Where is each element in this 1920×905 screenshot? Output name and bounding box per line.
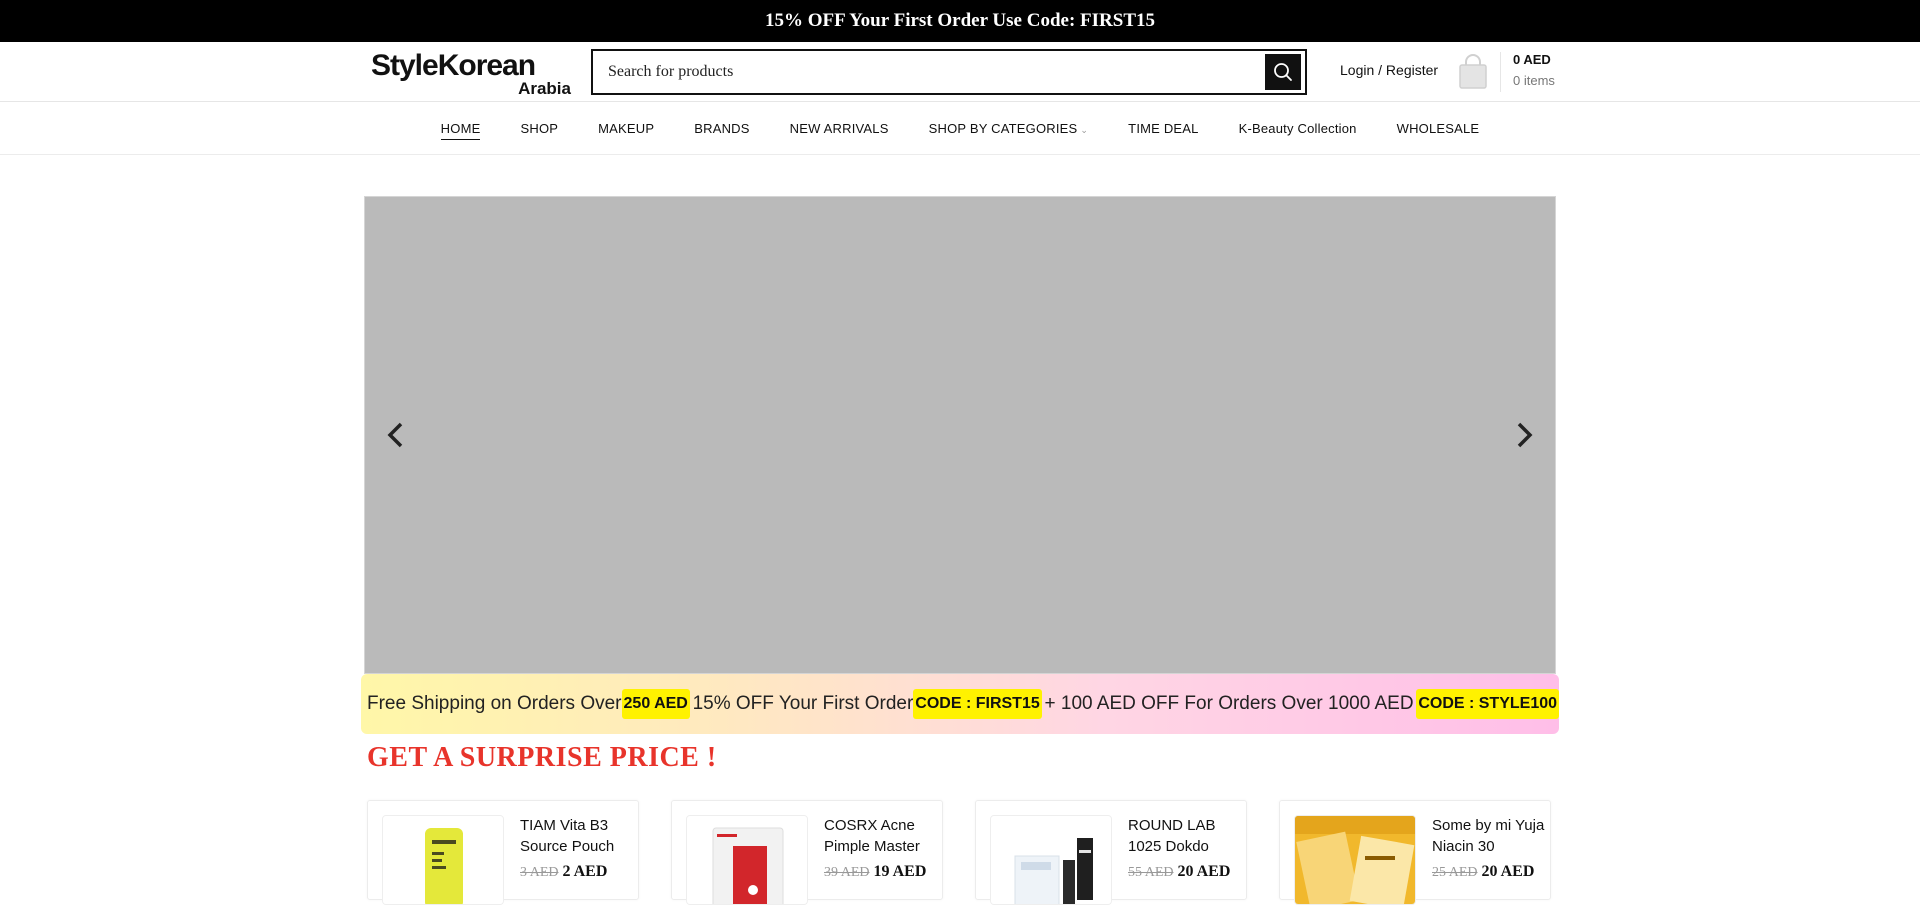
promo-text-shipping: Free Shipping on Orders Over — [367, 693, 622, 714]
cart-button[interactable] — [1457, 54, 1489, 90]
section-title: GET A SURPRISE PRICE ! — [367, 742, 717, 773]
nav-item-wholesale[interactable]: WHOLESALE — [1397, 121, 1480, 136]
product-sale-price: 19 AED — [873, 863, 927, 880]
site-logo[interactable]: StyleKorean Arabia — [371, 49, 571, 98]
hero-slider — [364, 196, 1556, 674]
promo-text-style100: + 100 AED OFF For Orders Over 1000 AED — [1044, 693, 1414, 714]
nav-item-new-arrivals[interactable]: NEW ARRIVALS — [790, 121, 889, 136]
site-header: StyleKorean Arabia Login / Register 0 AE… — [0, 42, 1920, 102]
promo-banner[interactable]: Free Shipping on Orders Over 250 AED 15%… — [361, 674, 1560, 734]
product-title[interactable]: Some by mi Yuja Niacin 30 — [1432, 815, 1547, 857]
nav-item-shop[interactable]: SHOP — [520, 121, 558, 136]
search-button[interactable] — [1265, 54, 1301, 90]
product-price: 39 AED 19 AED — [824, 863, 926, 881]
cart-total[interactable]: 0 AED — [1513, 52, 1551, 67]
product-card[interactable]: COSRX Acne Pimple Master 39 AED 19 AED — [671, 800, 943, 905]
nav-item-home[interactable]: HOME — [440, 121, 481, 140]
product-card[interactable]: Some by mi Yuja Niacin 30 25 AED 20 AED — [1279, 800, 1551, 905]
announcement-text: 15% OFF Your First Order Use Code: FIRST… — [764, 10, 1155, 31]
main-nav: HOME SHOP MAKEUP BRANDS NEW ARRIVALS SHO… — [0, 102, 1920, 155]
promo-code-first15: CODE : FIRST15 — [913, 689, 1042, 719]
product-title[interactable]: TIAM Vita B3 Source Pouch — [520, 815, 635, 857]
chevron-left-icon — [387, 422, 403, 448]
promo-text-first-order: 15% OFF Your First Order — [692, 693, 914, 714]
promo-code-style100: CODE : STYLE100 — [1416, 689, 1560, 719]
product-card[interactable]: ROUND LAB 1025 Dokdo 55 AED 20 AED — [975, 800, 1247, 905]
cart-divider — [1500, 52, 1501, 92]
product-sale-price: 20 AED — [1177, 863, 1231, 880]
slider-next-button[interactable] — [1509, 417, 1539, 453]
product-price: 3 AED 2 AED — [520, 863, 607, 881]
nav-item-kbeauty-collection[interactable]: K-Beauty Collection — [1239, 121, 1357, 136]
product-image[interactable] — [686, 815, 808, 905]
promo-code-shipping: 250 AED — [621, 689, 690, 719]
product-old-price: 39 AED — [824, 865, 870, 880]
cart-item-count[interactable]: 0 items — [1513, 73, 1555, 88]
product-sale-price: 20 AED — [1481, 863, 1535, 880]
product-old-price: 55 AED — [1128, 865, 1174, 880]
product-old-price: 25 AED — [1432, 865, 1478, 880]
product-price: 25 AED 20 AED — [1432, 863, 1534, 881]
product-image[interactable] — [990, 815, 1112, 905]
product-image[interactable] — [382, 815, 504, 905]
product-old-price: 3 AED — [520, 865, 559, 880]
logo-subtext: Arabia — [518, 79, 571, 98]
login-register-link[interactable]: Login / Register — [1340, 62, 1438, 78]
nav-item-label: SHOP BY CATEGORIES — [928, 120, 1078, 136]
shopping-bag-icon — [1459, 54, 1487, 89]
product-sale-price: 2 AED — [562, 863, 608, 880]
search-bar — [591, 49, 1307, 95]
announcement-bar: 15% OFF Your First Order Use Code: FIRST… — [0, 0, 1920, 42]
nav-item-shop-by-categories[interactable]: SHOP BY CATEGORIES ⌄ — [929, 121, 1089, 136]
product-image[interactable] — [1294, 815, 1416, 905]
product-price: 55 AED 20 AED — [1128, 863, 1230, 881]
product-card[interactable]: TIAM Vita B3 Source Pouch 3 AED 2 AED — [367, 800, 639, 905]
nav-item-brands[interactable]: BRANDS — [694, 121, 749, 136]
chevron-down-icon: ⌄ — [1080, 124, 1089, 135]
nav-item-time-deal[interactable]: TIME DEAL — [1128, 121, 1198, 136]
search-input[interactable] — [593, 51, 1253, 93]
logo-text: StyleKorean — [371, 49, 536, 82]
product-title[interactable]: COSRX Acne Pimple Master — [824, 815, 939, 857]
slider-prev-button[interactable] — [381, 417, 411, 453]
chevron-right-icon — [1517, 422, 1533, 448]
product-title[interactable]: ROUND LAB 1025 Dokdo — [1128, 815, 1243, 857]
search-icon — [1274, 63, 1292, 81]
nav-item-makeup[interactable]: MAKEUP — [598, 121, 654, 136]
